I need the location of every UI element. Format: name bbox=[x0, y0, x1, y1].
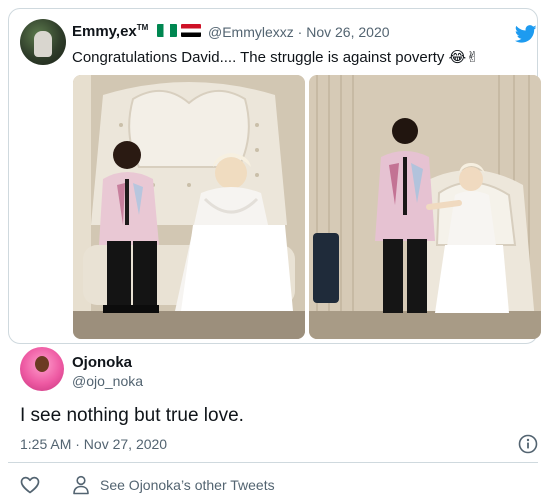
avatar-figure bbox=[34, 31, 52, 57]
quoted-tweet-card[interactable]: Emmy,exTM @Emmylexxz · Nov 26, 2020 Cong… bbox=[8, 8, 541, 344]
heart-icon[interactable] bbox=[20, 476, 40, 494]
main-tweet-text: I see nothing but true love. bbox=[20, 405, 244, 426]
reply-avatar[interactable] bbox=[20, 347, 64, 391]
info-icon[interactable] bbox=[518, 434, 538, 454]
see-other-tweets-link[interactable]: See Ojonoka’s other Tweets bbox=[100, 477, 275, 493]
quoted-tweet-date[interactable]: Nov 26, 2020 bbox=[306, 24, 389, 40]
photo-1-illustration bbox=[73, 75, 305, 339]
twitter-bird-icon[interactable] bbox=[514, 23, 538, 45]
tweet-photo-seated-couple[interactable] bbox=[73, 75, 305, 339]
person-icon bbox=[73, 475, 89, 495]
tweet-photo-standing-couple[interactable] bbox=[309, 75, 541, 339]
reply-display-name[interactable]: Ojonoka bbox=[72, 354, 132, 371]
avatar-face bbox=[35, 356, 49, 372]
handle-date-separator: · bbox=[297, 24, 303, 40]
victory-hand-emoji: ✌ bbox=[466, 49, 479, 66]
display-name-text: Emmy bbox=[72, 23, 116, 40]
main-tweet-timestamp[interactable]: 1:25 AM · Nov 27, 2020 bbox=[20, 436, 167, 452]
quoted-tweet-avatar[interactable] bbox=[20, 19, 66, 65]
display-name-superscript: TM bbox=[136, 23, 149, 32]
divider bbox=[8, 462, 538, 463]
quoted-tweet-handle-line: @Emmylexxz · Nov 26, 2020 bbox=[208, 24, 390, 40]
reply-handle[interactable]: @ojo_noka bbox=[72, 373, 143, 389]
quoted-tweet-text-line: Congratulations David.... The struggle i… bbox=[72, 48, 479, 66]
quoted-tweet-text: Congratulations David.... The struggle i… bbox=[72, 49, 445, 66]
quoted-tweet-display-name[interactable]: Emmy,exTM bbox=[72, 23, 201, 40]
photo-2-illustration bbox=[309, 75, 541, 339]
tears-of-joy-emoji: 😂 bbox=[448, 49, 467, 66]
display-name-suffix-text: ex bbox=[120, 23, 137, 40]
flag-egypt-icon bbox=[180, 24, 201, 37]
quoted-tweet-handle[interactable]: @Emmylexxz bbox=[208, 24, 294, 40]
flag-nigeria-icon bbox=[156, 24, 177, 37]
